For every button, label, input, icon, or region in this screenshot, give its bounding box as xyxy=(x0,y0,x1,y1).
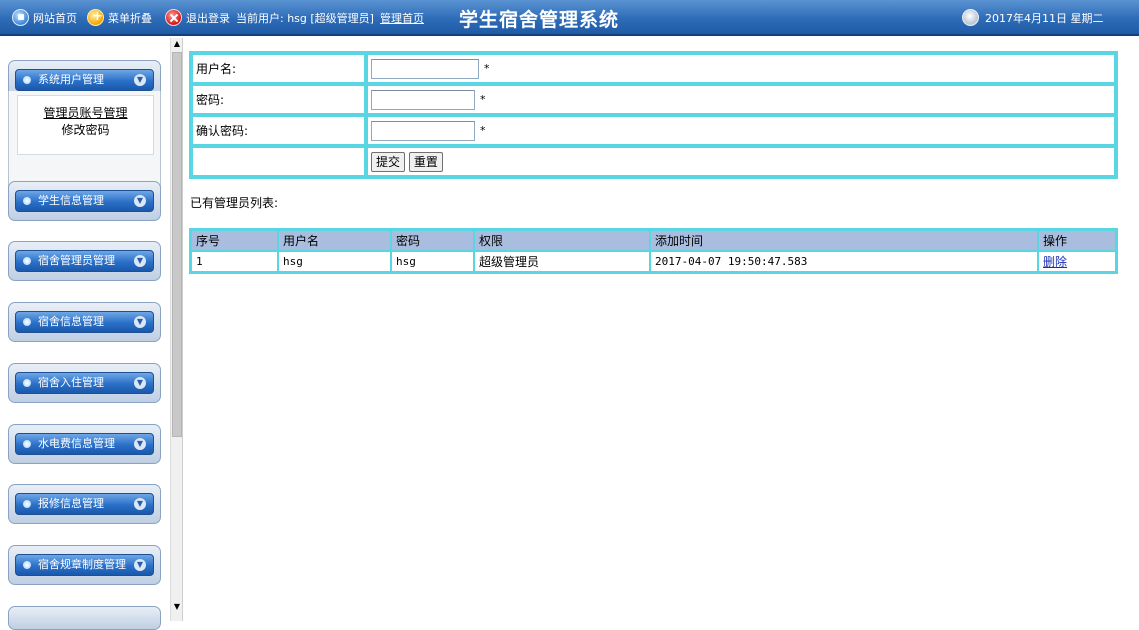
home-link[interactable]: 网站首页 xyxy=(33,10,77,26)
chevron-icon[interactable]: ▼ xyxy=(134,498,146,510)
required-mark: * xyxy=(484,62,490,75)
menu-dorm-rules[interactable]: 宿舍规章制度管理 ▼ xyxy=(8,545,161,585)
chevron-icon[interactable]: ▼ xyxy=(134,316,146,328)
clock-icon xyxy=(962,9,979,26)
menu-label: 宿舍入住管理 xyxy=(38,376,104,389)
menu-partial[interactable] xyxy=(8,606,161,630)
cell-role: 超级管理员 xyxy=(474,251,650,272)
admin-list-title: 已有管理员列表: xyxy=(190,196,279,210)
col-password: 密码 xyxy=(391,230,474,251)
cell-username: hsg xyxy=(278,251,391,272)
menu-label: 宿舍信息管理 xyxy=(38,315,104,328)
menu-student-info[interactable]: 学生信息管理 ▼ xyxy=(8,181,161,221)
submenu-item-change-password[interactable]: 修改密码 xyxy=(18,122,153,139)
submit-button[interactable]: 提交 xyxy=(371,151,406,172)
scroll-down-arrow-icon[interactable]: ▼ xyxy=(172,601,182,613)
chevron-icon[interactable]: ▼ xyxy=(134,438,146,450)
col-action: 操作 xyxy=(1038,230,1116,251)
divider xyxy=(182,38,183,621)
col-role: 权限 xyxy=(474,230,650,251)
bullet-icon xyxy=(23,500,31,508)
required-mark: * xyxy=(480,93,486,106)
menu-dorm-info[interactable]: 宿舍信息管理 ▼ xyxy=(8,302,161,342)
admin-table: 序号 用户名 密码 权限 添加时间 操作 1 hsg hsg 超级管理员 201… xyxy=(189,228,1118,274)
submenu-system-users: 管理员账号管理 修改密码 xyxy=(8,91,161,194)
cell-added-time: 2017-04-07 19:50:47.583 xyxy=(650,251,1038,272)
chevron-icon[interactable]: ▼ xyxy=(134,559,146,571)
col-added-time: 添加时间 xyxy=(650,230,1038,251)
date-text: 2017年4月11日 星期二 xyxy=(985,12,1104,25)
sidebar-scrollbar[interactable]: ▲ ▼ xyxy=(170,38,182,621)
menu-label: 学生信息管理 xyxy=(38,194,104,207)
chevron-icon[interactable]: ▼ xyxy=(134,195,146,207)
bullet-icon xyxy=(23,379,31,387)
menu-label: 宿舍管理员管理 xyxy=(38,254,115,267)
menu-label: 水电费信息管理 xyxy=(38,437,115,450)
table-row: 1 hsg hsg 超级管理员 2017-04-07 19:50:47.583 … xyxy=(191,251,1116,272)
username-label: 用户名: xyxy=(191,53,366,84)
menu-dorm-admins[interactable]: 宿舍管理员管理 ▼ xyxy=(8,241,161,281)
confirm-password-label: 确认密码: xyxy=(191,115,366,146)
password-label: 密码: xyxy=(191,84,366,115)
required-mark: * xyxy=(480,124,486,137)
scroll-thumb[interactable] xyxy=(172,52,182,437)
confirm-password-input[interactable] xyxy=(371,120,475,141)
cell-index: 1 xyxy=(191,251,278,272)
bullet-icon xyxy=(23,561,31,569)
sidebar: 系统用户管理 ▼ 管理员账号管理 修改密码 学生信息管理 ▼ 宿舍管理员管理 ▼ 宿舍… xyxy=(0,38,182,630)
menu-collapse-link[interactable]: 菜单折叠 xyxy=(108,10,152,26)
bullet-icon xyxy=(23,197,31,205)
logout-link[interactable]: 退出登录 xyxy=(186,10,230,26)
col-username: 用户名 xyxy=(278,230,391,251)
password-input[interactable] xyxy=(371,89,475,110)
menu-label: 系统用户管理 xyxy=(38,73,104,86)
bullet-icon xyxy=(23,257,31,265)
menu-dorm-checkin[interactable]: 宿舍入住管理 ▼ xyxy=(8,363,161,403)
bullet-icon xyxy=(23,76,31,84)
delete-link[interactable]: 删除 xyxy=(1043,255,1067,269)
cell-password: hsg xyxy=(391,251,474,272)
menu-label: 报修信息管理 xyxy=(38,497,104,510)
menu-collapse-icon[interactable] xyxy=(87,9,104,26)
empty-cell xyxy=(191,146,366,177)
submenu-item-admin-accounts[interactable]: 管理员账号管理 xyxy=(18,105,153,122)
add-admin-form: 用户名: * 密码: * 确认密码: * 提交 重置 xyxy=(189,51,1118,179)
menu-repairs[interactable]: 报修信息管理 ▼ xyxy=(8,484,161,524)
system-title: 学生宿舍管理系统 xyxy=(459,9,620,31)
home-icon[interactable] xyxy=(12,9,29,26)
scroll-up-arrow-icon[interactable]: ▲ xyxy=(172,38,182,50)
table-header-row: 序号 用户名 密码 权限 添加时间 操作 xyxy=(191,230,1116,251)
bullet-icon xyxy=(23,440,31,448)
top-bar: 网站首页 菜单折叠 退出登录 当前用户: hsg [超级管理员] 管理首页 学生… xyxy=(0,0,1139,36)
manage-home-link[interactable]: 管理首页 xyxy=(380,12,424,25)
chevron-icon[interactable]: ▼ xyxy=(134,74,146,86)
chevron-icon[interactable]: ▼ xyxy=(134,377,146,389)
menu-utility-fees[interactable]: 水电费信息管理 ▼ xyxy=(8,424,161,464)
current-user-text: 当前用户: hsg [超级管理员] xyxy=(236,12,374,25)
logout-icon[interactable] xyxy=(165,9,182,26)
chevron-icon[interactable]: ▼ xyxy=(134,255,146,267)
col-index: 序号 xyxy=(191,230,278,251)
bullet-icon xyxy=(23,318,31,326)
reset-button[interactable]: 重置 xyxy=(408,151,443,172)
menu-label: 宿舍规章制度管理 xyxy=(38,558,126,571)
username-input[interactable] xyxy=(371,58,479,79)
